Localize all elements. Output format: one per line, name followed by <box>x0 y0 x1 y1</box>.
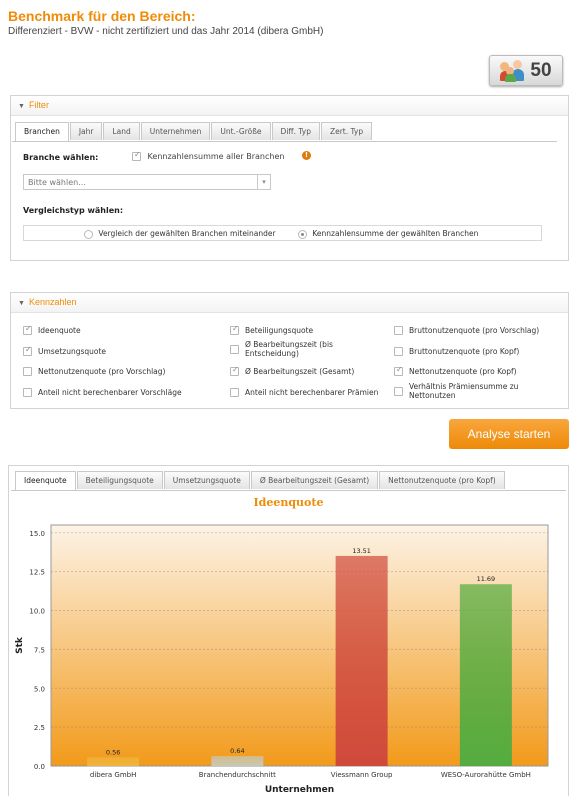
kennzahlen-title: Kennzahlen <box>28 297 77 307</box>
branche-select[interactable]: Bitte wählen... ▾ <box>23 174 271 190</box>
kennzahl-nettonutzenquote-kopf[interactable]: Nettonutzenquote (pro Kopf) <box>394 365 517 376</box>
tab-zert-typ[interactable]: Zert. Typ <box>320 122 373 140</box>
radio-vergleich-row[interactable]: Vergleich der gewählten Branchen miteina… <box>84 229 276 239</box>
tab-unt-groesse[interactable]: Unt.-Größe <box>211 122 271 140</box>
kennzahl-checkbox[interactable] <box>230 365 239 376</box>
kennzahl-bruttonutzenquote-vorschlag[interactable]: Bruttonutzenquote (pro Vorschlag) <box>394 326 539 335</box>
radio-vergleich[interactable] <box>84 229 93 239</box>
kennzahl-checkbox[interactable] <box>230 344 239 354</box>
kennzahl-umsetzungsquote[interactable]: Umsetzungsquote <box>23 345 106 356</box>
kennzahl-anteil-vorschlaege[interactable]: Anteil nicht berechenbarer Vorschläge <box>23 388 182 397</box>
chart-tab-beteiligungsquote[interactable]: Beteiligungsquote <box>76 471 163 489</box>
chart-title: Ideenquote <box>253 496 324 509</box>
chart-tab-umsetzungsquote[interactable]: Umsetzungsquote <box>163 471 250 489</box>
tab-jahr[interactable]: Jahr <box>69 122 103 140</box>
sum-all-label: Kennzahlensumme aller Branchen <box>147 152 285 161</box>
branche-label: Branche wählen: <box>23 153 99 162</box>
kennzahl-checkbox[interactable] <box>23 367 32 376</box>
participant-count: 50 <box>530 59 552 81</box>
kennzahl-bruttonutzenquote-kopf[interactable]: Bruttonutzenquote (pro Kopf) <box>394 347 519 356</box>
kennzahl-bearbeitungszeit-gesamt[interactable]: Ø Bearbeitungszeit (Gesamt) <box>230 365 354 376</box>
kennzahl-beteiligungsquote[interactable]: Beteiligungsquote <box>230 324 313 335</box>
chart-panel: Ideenquote Beteiligungsquote Umsetzungsq… <box>8 465 569 796</box>
participant-count-badge: 50 <box>489 55 563 86</box>
filter-title: Filter <box>28 100 49 110</box>
info-icon[interactable]: ! <box>302 151 311 160</box>
radio-summe[interactable] <box>298 229 307 239</box>
tab-diff-typ[interactable]: Diff. Typ <box>271 122 320 140</box>
kennzahl-checkbox[interactable] <box>23 345 32 356</box>
tab-land[interactable]: Land <box>103 122 140 140</box>
chart-tab-ideenquote[interactable]: Ideenquote <box>15 471 76 490</box>
kennzahl-verhaeltnis-praemiensumme[interactable]: Verhältnis Prämiensumme zu Nettonutzen <box>394 382 554 400</box>
page-subtitle: Differenziert - BVW - nicht zertifiziert… <box>8 26 324 37</box>
vergleich-label: Vergleichstyp wählen: <box>23 206 124 215</box>
kennzahl-ideenquote[interactable]: Ideenquote <box>23 324 81 335</box>
collapse-caret-icon: ▼ <box>18 103 25 110</box>
people-group-icon <box>500 59 526 82</box>
kennzahl-nettonutzenquote-vorschlag[interactable]: Nettonutzenquote (pro Vorschlag) <box>23 367 165 376</box>
kennzahl-bearbeitungszeit-entscheidung[interactable]: Ø Bearbeitungszeit (bis Entscheidung) <box>230 340 380 358</box>
radio-summe-label: Kennzahlensumme der gewählten Branchen <box>312 229 479 238</box>
filter-tabs: Branchen Jahr Land Unternehmen Unt.-Größ… <box>15 122 373 141</box>
chevron-down-icon: ▾ <box>257 175 270 189</box>
tab-unternehmen[interactable]: Unternehmen <box>140 122 211 140</box>
page-title: Benchmark für den Bereich: <box>8 8 196 24</box>
vergleich-radio-group: Vergleich der gewählten Branchen miteina… <box>23 225 542 241</box>
tab-branchen[interactable]: Branchen <box>15 122 69 141</box>
kennzahl-checkbox[interactable] <box>394 365 403 376</box>
kennzahl-checkbox[interactable] <box>394 386 403 396</box>
chart-tab-nettonutzenquote[interactable]: Nettonutzenquote (pro Kopf) <box>379 471 505 489</box>
chart-tab-bearbeitungszeit[interactable]: Ø Bearbeitungszeit (Gesamt) <box>250 471 379 489</box>
kennzahl-checkbox[interactable] <box>230 324 239 335</box>
kennzahl-checkbox[interactable] <box>230 388 239 397</box>
sum-all-checkbox-row[interactable]: Kennzahlensumme aller Branchen <box>132 150 285 161</box>
chart-tabs: Ideenquote Beteiligungsquote Umsetzungsq… <box>15 471 506 490</box>
kennzahl-checkbox[interactable] <box>394 347 403 356</box>
sum-all-checkbox[interactable] <box>132 150 141 161</box>
collapse-caret-icon: ▼ <box>18 300 25 307</box>
radio-summe-row[interactable]: Kennzahlensumme der gewählten Branchen <box>298 229 478 239</box>
analyse-starten-button[interactable]: Analyse starten <box>449 419 569 449</box>
kennzahl-anteil-praemien[interactable]: Anteil nicht berechenbarer Prämien <box>230 388 378 397</box>
kennzahl-checkbox[interactable] <box>23 324 32 335</box>
radio-vergleich-label: Vergleich der gewählten Branchen miteina… <box>98 229 276 238</box>
branche-select-placeholder: Bitte wählen... <box>28 178 86 187</box>
kennzahl-checkbox[interactable] <box>394 326 403 335</box>
kennzahlen-header[interactable]: ▼ Kennzahlen <box>11 293 568 313</box>
kennzahl-checkbox[interactable] <box>23 388 32 397</box>
filter-header[interactable]: ▼ Filter <box>11 96 568 116</box>
